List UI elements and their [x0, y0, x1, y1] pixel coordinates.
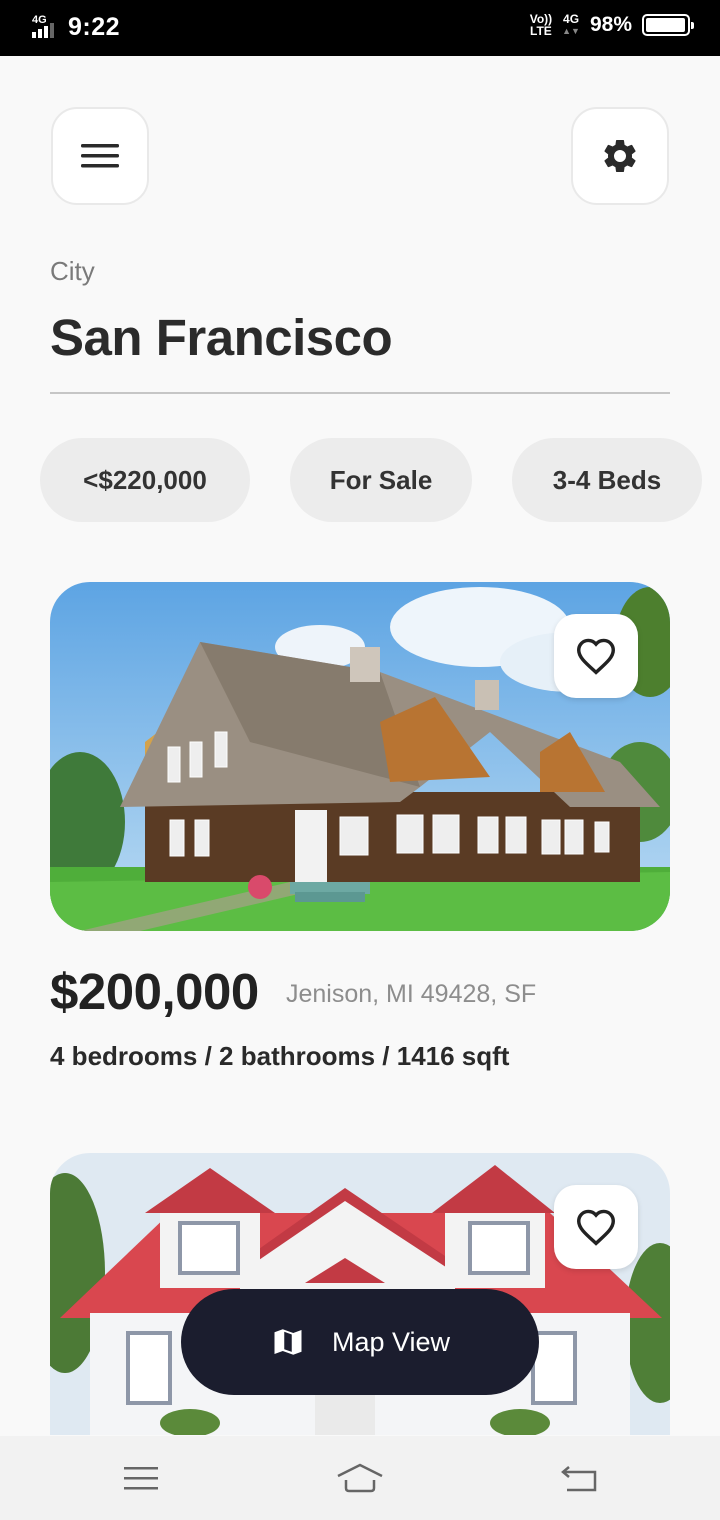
favorite-button[interactable] [554, 1185, 638, 1269]
map-view-label: Map View [331, 1326, 451, 1357]
system-nav-bar [0, 1436, 720, 1520]
heart-outline-icon [576, 638, 616, 675]
map-icon [274, 1329, 302, 1355]
filter-chip-beds[interactable]: 3-4 Beds [512, 438, 702, 522]
listing-address: Jenison, MI 49428, SF [286, 980, 537, 1008]
home-button[interactable] [336, 1454, 384, 1502]
back-icon [561, 1466, 597, 1492]
heart-outline-icon [576, 1209, 616, 1246]
battery-icon [642, 14, 694, 36]
map-view-button[interactable]: Map View [181, 1289, 539, 1395]
city-input-underline [50, 392, 670, 394]
filter-chip-price[interactable]: <$220,000 [40, 438, 250, 522]
listing-price: $200,000 [50, 963, 259, 1020]
battery-percent: 98% [589, 13, 632, 36]
filter-chip-status[interactable]: For Sale [290, 438, 472, 522]
city-input[interactable]: San Francisco [50, 308, 393, 367]
clock: 9:22 [68, 13, 121, 41]
city-label: City [50, 256, 95, 286]
favorite-button[interactable] [554, 614, 638, 698]
menu-button[interactable] [51, 107, 149, 205]
data-indicator: 4G ▲▼ [562, 12, 580, 36]
volte-indicator: Vo)) LTE [529, 12, 553, 38]
status-bar: 4G 9:22 Vo)) LTE 4G ▲▼ 98% [0, 0, 720, 56]
signal-icon: 4G [32, 12, 60, 40]
hamburger-icon [81, 144, 119, 168]
recents-icon [124, 1467, 158, 1490]
back-button[interactable] [556, 1454, 604, 1502]
listing-specs: 4 bedrooms / 2 bathrooms / 1416 sqft [50, 1041, 510, 1071]
gear-icon [604, 139, 636, 172]
settings-button[interactable] [571, 107, 669, 205]
svg-text:4G: 4G [32, 14, 47, 26]
home-icon [337, 1463, 383, 1493]
recents-button[interactable] [117, 1454, 165, 1502]
